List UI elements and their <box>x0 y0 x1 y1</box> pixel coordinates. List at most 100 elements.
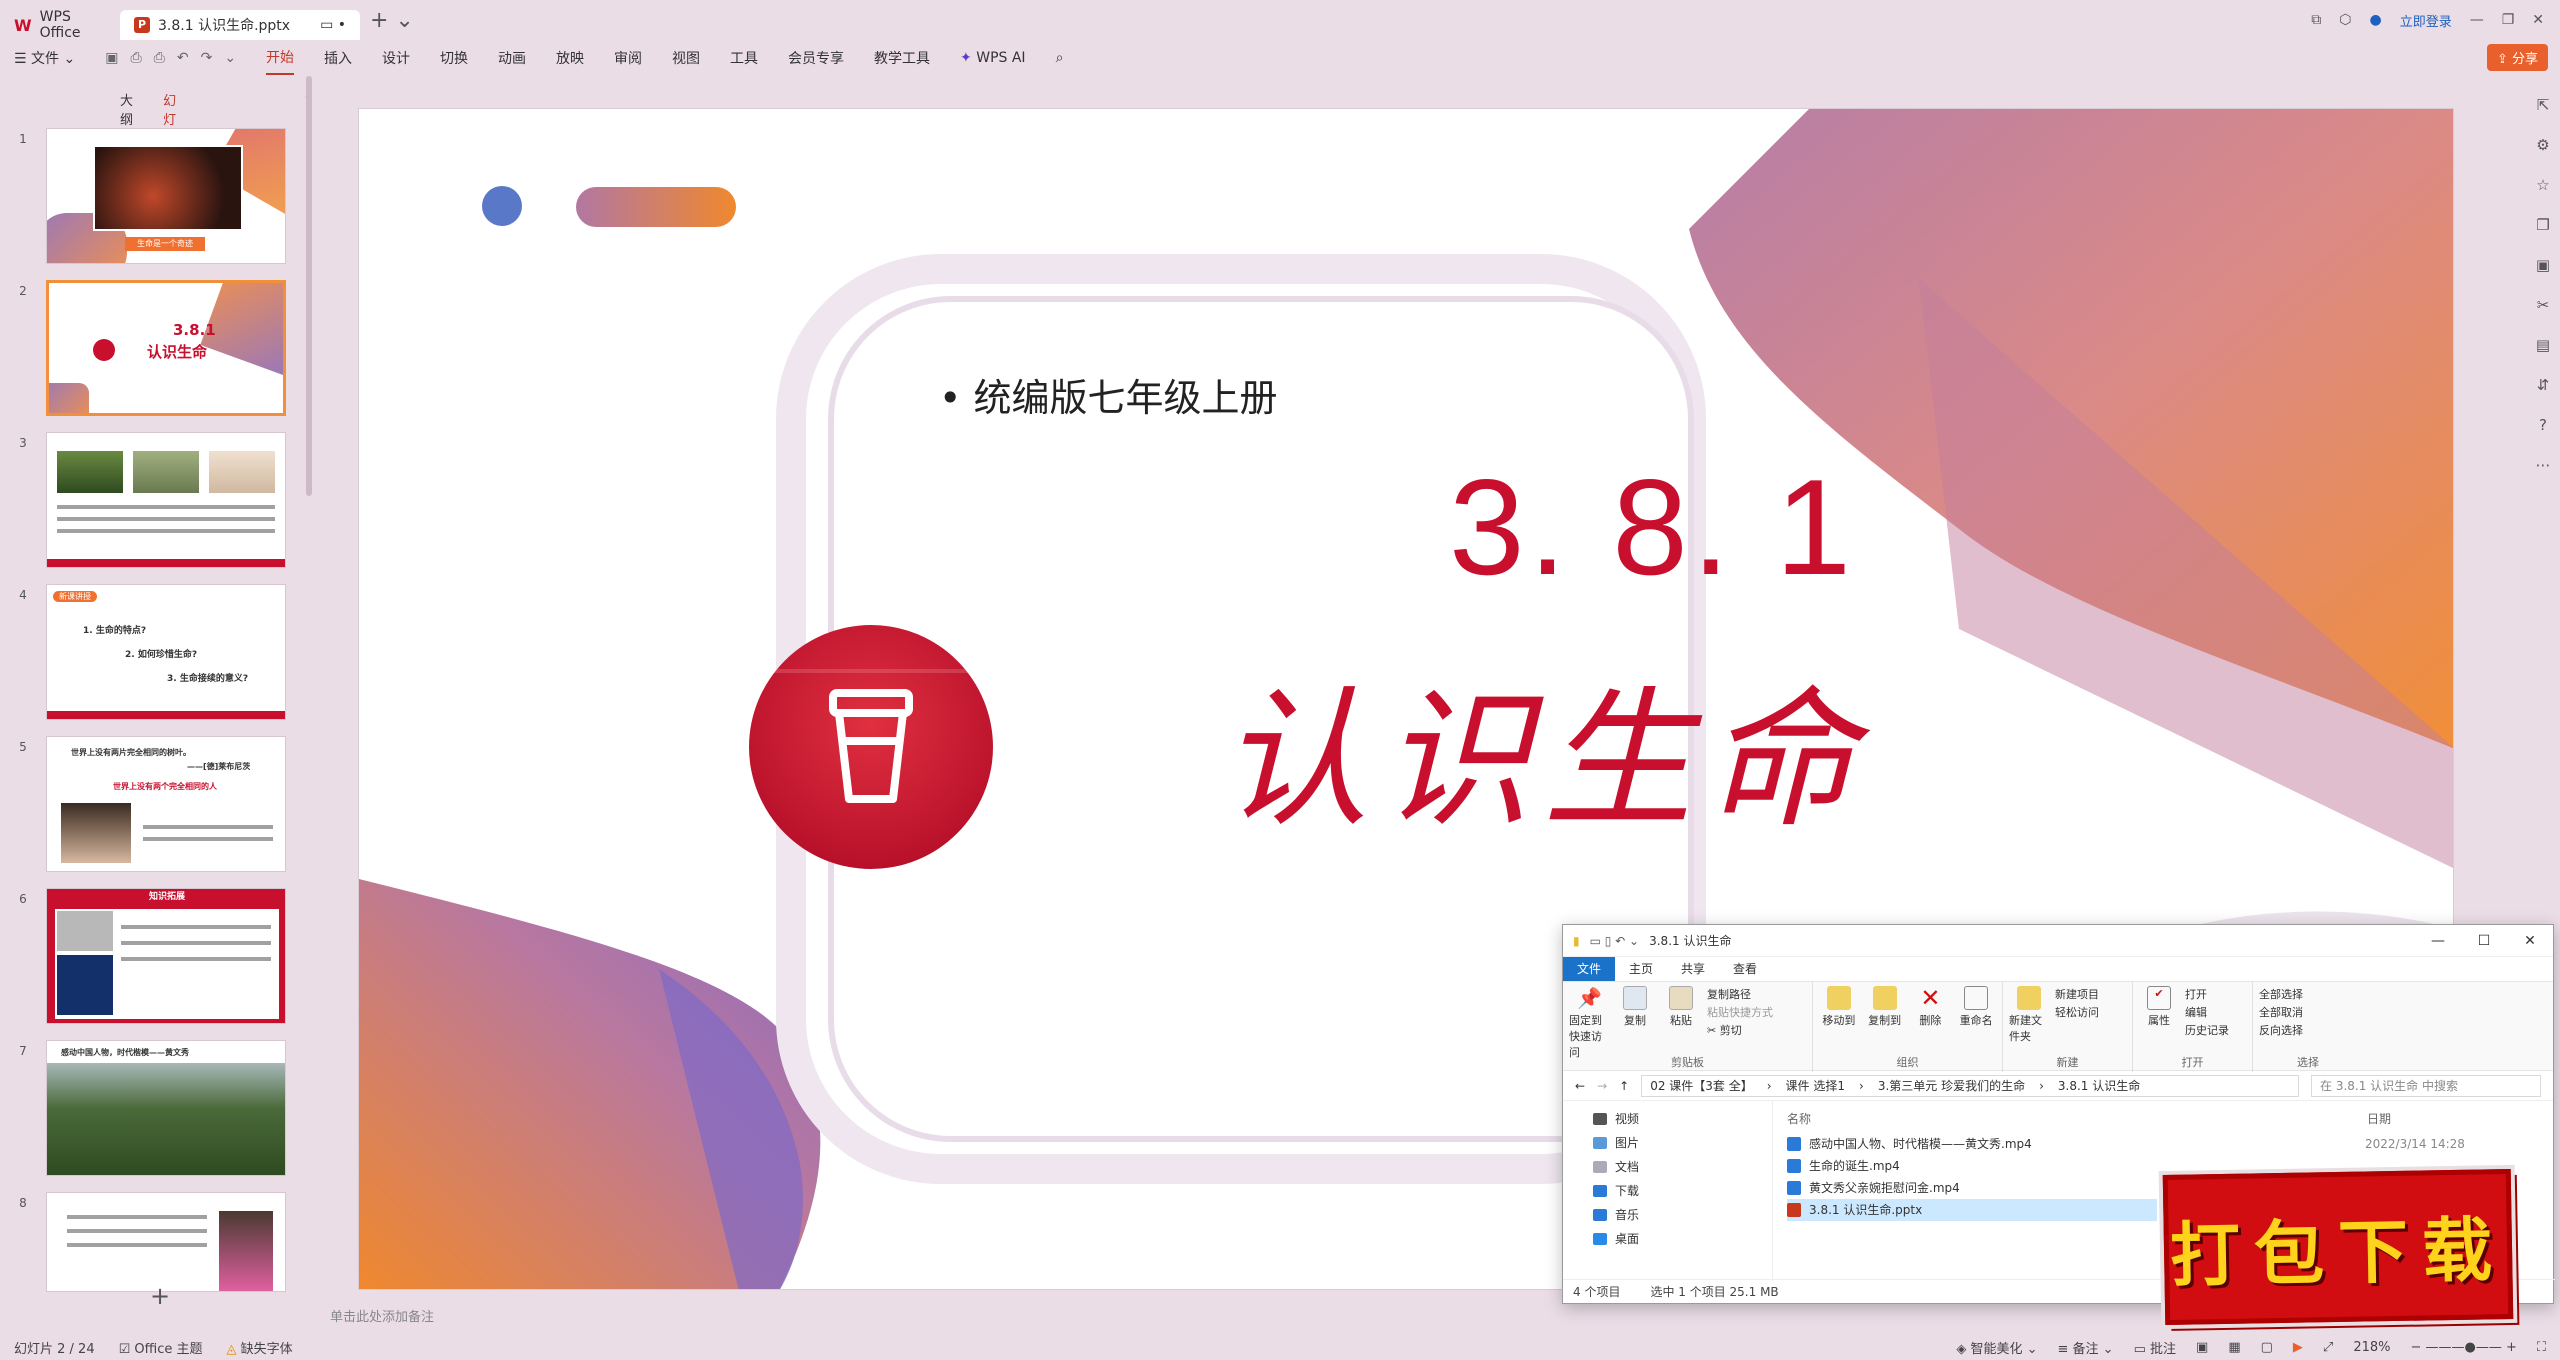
slide-thumb-row[interactable]: 1 生命是一个奇迹 <box>0 128 310 280</box>
select-icon[interactable]: ⇱ <box>2537 96 2550 114</box>
close-icon[interactable]: ✕ <box>2532 12 2544 28</box>
slide-thumb-row[interactable]: 3 <box>0 432 310 584</box>
menu-wps-ai[interactable]: ✦ WPS AI <box>960 44 1026 72</box>
comments-button[interactable]: ▭ 批注 <box>2134 1338 2176 1357</box>
menu-insert[interactable]: 插入 <box>324 42 352 74</box>
image-icon[interactable]: ▣ <box>2536 256 2550 274</box>
path-segment[interactable]: 02 课件【3套 全】 <box>1650 1077 1753 1094</box>
slide-main-title[interactable]: 认识生命 <box>1219 639 1867 856</box>
paste-shortcut-button[interactable]: 粘贴快捷方式 <box>1707 1004 1773 1022</box>
slide-thumbnail-3[interactable] <box>46 432 286 568</box>
file-row[interactable]: 3.8.1 认识生命.pptx <box>1787 1199 2157 1221</box>
sorter-view-icon[interactable]: ▦ <box>2228 1340 2240 1355</box>
slide-thumb-row[interactable]: 6 知识拓展 <box>0 888 310 1040</box>
file-row[interactable]: 感动中国人物、时代楷模——黄文秀.mp4 2022/3/14 14:28 <box>1787 1133 2555 1155</box>
more-chevron-icon[interactable]: ⌄ <box>224 50 236 66</box>
slide-thumbnail-6[interactable]: 知识拓展 <box>46 888 286 1024</box>
slide-thumb-row[interactable]: 4 新课讲授 1. 生命的特点? 2. 如何珍惜生命? 3. 生命接续的意义? <box>0 584 310 736</box>
slide-thumb-row[interactable]: 7 感动中国人物，时代楷模——黄文秀 <box>0 1040 310 1192</box>
menu-home[interactable]: 开始 <box>266 41 295 75</box>
explorer-search-input[interactable]: 在 3.8.1 认识生命 中搜索 <box>2311 1074 2541 1097</box>
search-icon[interactable]: ⌕ <box>1056 44 1064 72</box>
back-icon[interactable]: ← <box>1575 1079 1585 1093</box>
menu-animation[interactable]: 动画 <box>498 42 526 74</box>
fit-icon[interactable]: ⤢ <box>2323 1340 2333 1355</box>
menu-review[interactable]: 审阅 <box>614 42 642 74</box>
help-icon[interactable]: ? <box>2539 416 2547 434</box>
explorer-tab-view[interactable]: 查看 <box>1719 957 1771 981</box>
fullscreen-icon[interactable]: ⛶ <box>2537 1340 2546 1355</box>
explorer-tab-home[interactable]: 主页 <box>1615 957 1667 981</box>
edit-button[interactable]: 编辑 <box>2185 1004 2229 1022</box>
slide-thumb-row[interactable]: 8 <box>0 1192 310 1344</box>
up-icon[interactable]: ↑ <box>1619 1079 1629 1093</box>
open-button[interactable]: 打开 <box>2185 986 2229 1004</box>
window-layout-icon[interactable]: ⧉ <box>2311 12 2321 28</box>
slide-thumbnail-1[interactable]: 生命是一个奇迹 <box>46 128 286 264</box>
export-icon[interactable]: ⎙ <box>130 50 141 66</box>
cube-icon[interactable]: ⬡ <box>2339 12 2351 28</box>
play-icon[interactable]: ▶ <box>2293 1340 2303 1355</box>
layers-icon[interactable]: ❐ <box>2536 216 2549 234</box>
download-badge[interactable]: 打包下载 <box>2162 1168 2514 1326</box>
slide-thumbnail-7[interactable]: 感动中国人物，时代楷模——黄文秀 <box>46 1040 286 1176</box>
explorer-minimize-icon[interactable]: — <box>2415 925 2461 957</box>
slide-thumbnail-4[interactable]: 新课讲授 1. 生命的特点? 2. 如何珍惜生命? 3. 生命接续的意义? <box>46 584 286 720</box>
print-icon[interactable]: ⎙ <box>154 50 165 66</box>
menu-file[interactable]: ☰ 文件 ⌄ <box>14 42 75 74</box>
normal-view-icon[interactable]: ▣ <box>2196 1340 2208 1355</box>
menu-tools[interactable]: 工具 <box>730 42 758 74</box>
address-bar[interactable]: 02 课件【3套 全】 › 课件 选择1 › 3.第三单元 珍爱我们的生命 › 3.8… <box>1641 1074 2299 1097</box>
beautify-button[interactable]: ◈ 智能美化 ⌄ <box>1956 1338 2037 1357</box>
column-date[interactable]: 日期 <box>2367 1105 2391 1133</box>
more-icon[interactable]: ⋯ <box>2536 456 2551 474</box>
nav-item-desktop[interactable]: 桌面 <box>1593 1227 1772 1251</box>
add-slide-button[interactable]: + <box>150 1282 170 1310</box>
forward-icon[interactable]: → <box>1597 1079 1607 1093</box>
menu-member[interactable]: 会员专享 <box>788 42 844 74</box>
cut-button[interactable]: ✂ 剪切 <box>1707 1022 1773 1040</box>
explorer-tab-share[interactable]: 共享 <box>1667 957 1719 981</box>
slide-thumbnail-5[interactable]: 世界上没有两片完全相同的树叶。 ——[德]莱布尼茨 世界上没有两个完全相同的人 <box>46 736 286 872</box>
path-segment[interactable]: 3.8.1 认识生命 <box>2058 1077 2140 1094</box>
slide-thumb-row[interactable]: 5 世界上没有两片完全相同的树叶。 ——[德]莱布尼茨 世界上没有两个完全相同的… <box>0 736 310 888</box>
redo-icon[interactable]: ↷ <box>201 50 213 66</box>
invert-selection-button[interactable]: 反向选择 <box>2259 1022 2303 1040</box>
nav-item-videos[interactable]: 视频 <box>1593 1107 1772 1131</box>
panel-scrollbar[interactable] <box>306 76 312 496</box>
login-link[interactable]: 立即登录 <box>2400 11 2452 30</box>
select-none-button[interactable]: 全部取消 <box>2259 1004 2303 1022</box>
notes-button[interactable]: ≡ 备注 ⌄ <box>2058 1338 2114 1357</box>
share-button[interactable]: ⇪ 分享 <box>2486 44 2548 71</box>
zoom-level[interactable]: 218% <box>2353 1340 2390 1355</box>
slide-thumbnail-2[interactable]: 3.8.1 认识生命 <box>46 280 286 416</box>
theme-label[interactable]: ☑ Office 主题 <box>119 1338 203 1357</box>
menu-design[interactable]: 设计 <box>382 42 410 74</box>
book-icon[interactable]: ▤ <box>2536 336 2550 354</box>
star-icon[interactable]: ☆ <box>2536 176 2549 194</box>
minimize-icon[interactable]: — <box>2470 12 2484 28</box>
slide-number-title[interactable]: 3. 8. 1 <box>1449 449 1855 605</box>
copy-path-button[interactable]: 复制路径 <box>1707 986 1773 1004</box>
save-icon[interactable]: ▣ <box>105 50 118 66</box>
avatar[interactable]: ● <box>2369 12 2381 28</box>
nav-item-downloads[interactable]: 下载 <box>1593 1179 1772 1203</box>
undo-icon[interactable]: ↶ <box>177 50 189 66</box>
slide-thumb-row[interactable]: 2 3.8.1 认识生命 <box>0 280 310 432</box>
explorer-tab-file[interactable]: 文件 <box>1563 957 1616 981</box>
explorer-maximize-icon[interactable]: ☐ <box>2461 925 2507 957</box>
menu-teaching[interactable]: 教学工具 <box>874 42 930 74</box>
share-icon[interactable]: ⇵ <box>2537 376 2550 394</box>
explorer-close-icon[interactable]: ✕ <box>2507 925 2553 957</box>
missing-font-label[interactable]: ◬ 缺失字体 <box>226 1338 292 1357</box>
column-name[interactable]: 名称 <box>1787 1105 2367 1133</box>
reading-view-icon[interactable]: ▢ <box>2261 1340 2273 1355</box>
menu-transition[interactable]: 切换 <box>440 42 468 74</box>
tab-close-icon[interactable]: ▭ • <box>320 17 346 33</box>
slide-bullet-text[interactable]: • 统编版七年级上册 <box>939 367 1278 422</box>
nav-item-music[interactable]: 音乐 <box>1593 1203 1772 1227</box>
tab-document[interactable]: P 3.8.1 认识生命.pptx ▭ • <box>120 10 360 40</box>
path-segment[interactable]: 3.第三单元 珍爱我们的生命 <box>1878 1077 2025 1094</box>
menu-slideshow[interactable]: 放映 <box>556 42 584 74</box>
history-button[interactable]: 历史记录 <box>2185 1022 2229 1040</box>
